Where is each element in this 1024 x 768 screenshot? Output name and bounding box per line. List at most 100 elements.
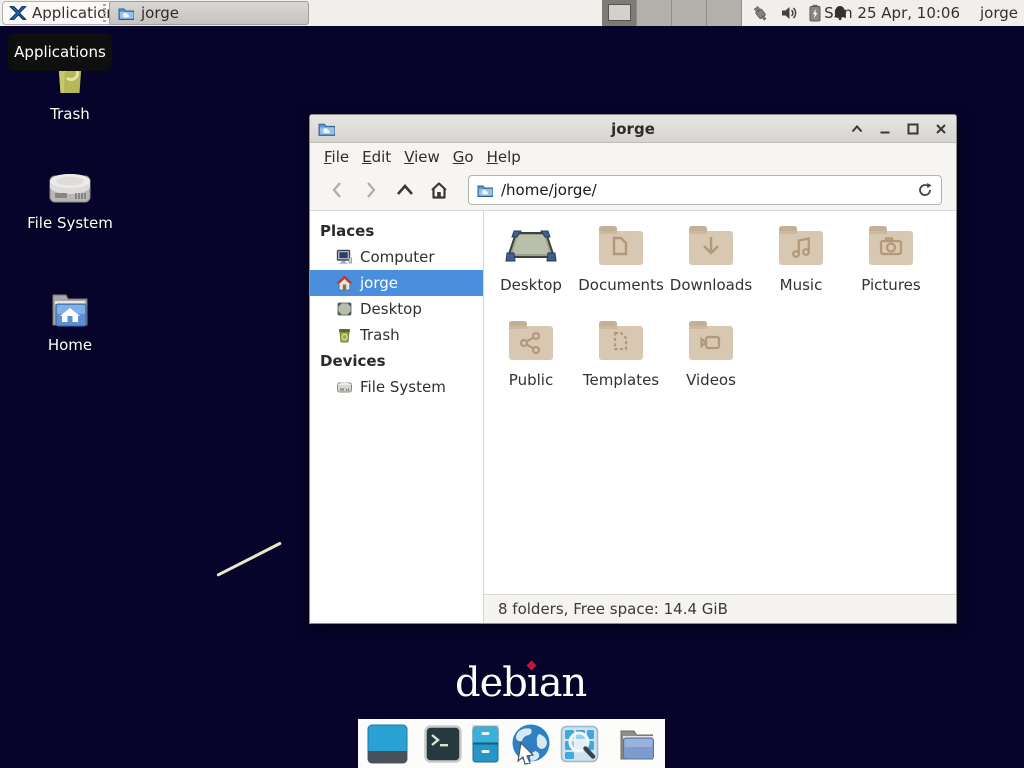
path-folder-icon [477, 183, 494, 198]
menu-help[interactable]: Help [487, 148, 521, 166]
window-folder-icon [318, 121, 336, 137]
desktop-icon-label: File System [10, 214, 130, 232]
file-item-music[interactable]: Music [756, 223, 846, 294]
menu-go[interactable]: Go [453, 148, 474, 166]
taskbar-window-label: jorge [141, 4, 179, 22]
taskbar-window-button[interactable]: jorge [109, 1, 309, 25]
maximize-button[interactable] [906, 122, 920, 136]
file-cabinet-icon [470, 724, 501, 764]
show-desktop-icon [367, 724, 408, 764]
file-item-templates[interactable]: Templates [576, 318, 666, 389]
panel-username[interactable]: jorge [980, 0, 1018, 26]
file-item-label: Templates [576, 371, 666, 389]
debian-logo-red-diamond: ı [527, 660, 539, 706]
terminal-launcher[interactable] [424, 725, 462, 763]
app-finder-launcher[interactable] [560, 725, 599, 763]
file-item-pictures[interactable]: Pictures [846, 223, 936, 294]
templates-folder-icon [595, 318, 647, 364]
sidebar-item-label: Computer [360, 248, 435, 266]
toolbar: /home/jorge/ [310, 170, 956, 211]
menu-file[interactable]: File [324, 148, 349, 166]
file-item-label: Downloads [666, 276, 756, 294]
volume-icon[interactable] [780, 4, 798, 22]
back-button[interactable] [320, 176, 354, 204]
file-view: Desktop Documents [484, 211, 956, 623]
sidebar-places-header: Places [310, 218, 483, 244]
panel-separator-handle[interactable] [103, 4, 106, 22]
workspace-4[interactable] [707, 0, 742, 26]
desktop-icon-filesystem[interactable]: File System [10, 166, 130, 232]
drive-small-icon [336, 380, 353, 394]
file-item-label: Videos [666, 371, 756, 389]
file-grid[interactable]: Desktop Documents [484, 211, 956, 594]
sidebar-item-label: Desktop [360, 300, 422, 318]
location-bar[interactable]: /home/jorge/ [468, 175, 942, 205]
directory-menu-button[interactable] [615, 725, 658, 763]
web-browser-launcher[interactable] [509, 723, 552, 765]
menu-edit[interactable]: Edit [362, 148, 391, 166]
window-body: Places Computer [310, 211, 956, 623]
path-text[interactable]: /home/jorge/ [501, 181, 910, 199]
sidebar-item-jorge[interactable]: jorge [310, 270, 483, 296]
home-button[interactable] [422, 176, 456, 204]
file-manager-window: jorge File Edit View Go Help [309, 114, 957, 624]
file-item-downloads[interactable]: Downloads [666, 223, 756, 294]
terminal-icon [424, 725, 462, 763]
status-text: 8 folders, Free space: 14.4 GiB [498, 600, 728, 618]
sidebar-item-computer[interactable]: Computer [310, 244, 483, 270]
desktop-icon-label: Home [10, 336, 130, 354]
pictures-folder-icon [865, 223, 917, 269]
debian-logo: debıan [455, 660, 586, 706]
file-item-label: Music [756, 276, 846, 294]
status-bar: 8 folders, Free space: 14.4 GiB [484, 594, 956, 623]
file-item-public[interactable]: Public [486, 318, 576, 389]
show-desktop-button[interactable] [367, 724, 408, 764]
top-panel: Applications jorge [0, 0, 1024, 26]
file-item-videos[interactable]: Videos [666, 318, 756, 389]
music-folder-icon [775, 223, 827, 269]
bottom-dock [358, 719, 665, 768]
desktop-icon-home[interactable]: Home [10, 286, 130, 354]
hard-drive-icon [43, 166, 97, 210]
file-manager-launcher[interactable] [470, 724, 501, 764]
desktop-icon-label: Trash [10, 105, 130, 123]
window-controls [850, 115, 948, 143]
power-plug-icon[interactable] [750, 4, 770, 22]
minimize-button[interactable] [878, 122, 892, 136]
directory-folder-icon [615, 725, 658, 763]
workspace-switcher[interactable] [602, 0, 742, 26]
menu-view[interactable]: View [404, 148, 440, 166]
trash-small-icon [336, 327, 353, 343]
shade-button[interactable] [850, 122, 864, 136]
up-button[interactable] [388, 176, 422, 204]
applications-tooltip: Applications [8, 33, 112, 71]
workspace-2[interactable] [637, 0, 672, 26]
close-button[interactable] [934, 122, 948, 136]
panel-clock[interactable]: Sun 25 Apr, 10:06 [824, 0, 960, 26]
battery-charging-icon[interactable] [808, 4, 822, 22]
sidebar-item-file-system[interactable]: File System [310, 374, 483, 400]
reload-icon[interactable] [917, 182, 933, 198]
desktop-item-icon [502, 223, 560, 269]
file-item-label: Pictures [846, 276, 936, 294]
folder-icon [118, 6, 135, 21]
videos-folder-icon [685, 318, 737, 364]
desktop-icon [336, 301, 353, 317]
workspace-1[interactable] [602, 0, 637, 26]
computer-icon [336, 249, 353, 265]
sidebar-item-label: jorge [360, 274, 398, 292]
sidebar-item-trash[interactable]: Trash [310, 322, 483, 348]
file-item-label: Desktop [486, 276, 576, 294]
public-folder-icon [505, 318, 557, 364]
sidebar-item-label: Trash [360, 326, 400, 344]
sidebar-devices-header: Devices [310, 348, 483, 374]
downloads-folder-icon [685, 223, 737, 269]
file-item-documents[interactable]: Documents [576, 223, 666, 294]
workspace-3[interactable] [672, 0, 707, 26]
documents-folder-icon [595, 223, 647, 269]
window-titlebar[interactable]: jorge [310, 115, 956, 143]
sidebar-item-desktop[interactable]: Desktop [310, 296, 483, 322]
home-folder-icon [43, 286, 97, 332]
file-item-desktop[interactable]: Desktop [486, 223, 576, 294]
forward-button[interactable] [354, 176, 388, 204]
